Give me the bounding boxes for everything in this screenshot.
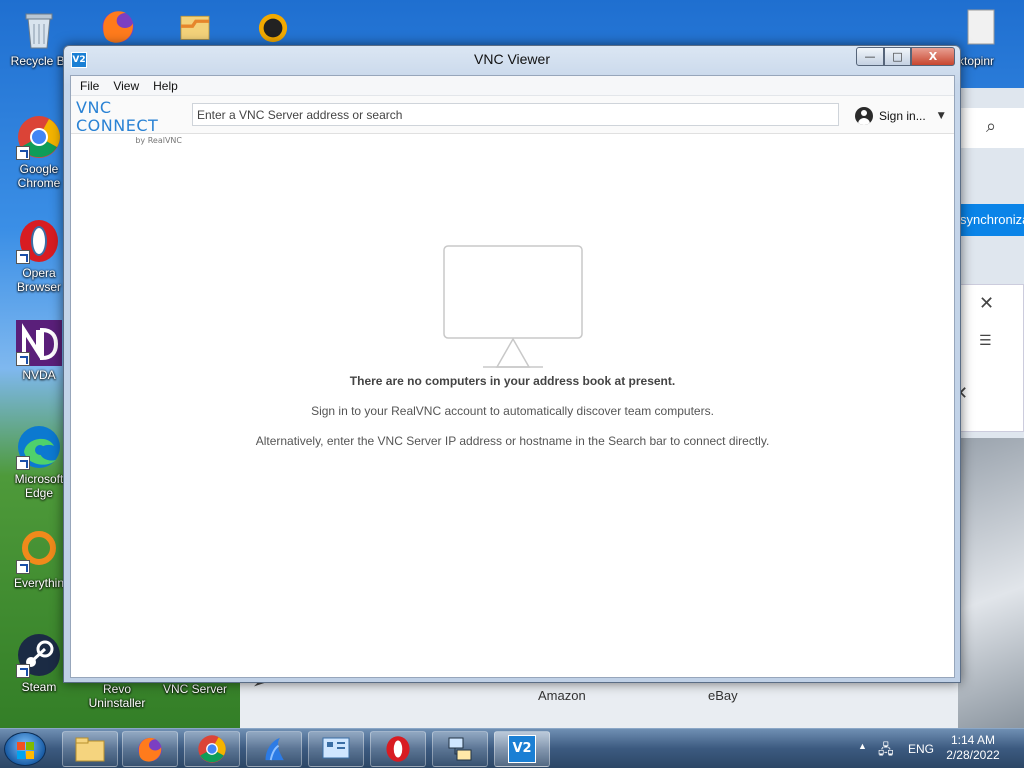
shortcut-arrow-icon	[16, 456, 30, 470]
user-avatar-icon	[855, 107, 873, 125]
nvda-icon	[16, 320, 62, 366]
menu-view[interactable]: View	[106, 76, 146, 95]
taskbar-vnc-viewer[interactable]: V2	[494, 731, 550, 767]
menu-help[interactable]: Help	[146, 76, 185, 95]
background-search-area: ⌕	[958, 108, 1024, 148]
vnc-viewer-window: V2 VNC Viewer — □ X File View Help VNC C…	[63, 45, 961, 683]
shortcut-arrow-icon	[16, 146, 30, 160]
edge-icon	[16, 424, 62, 470]
language-indicator[interactable]: ENG	[908, 742, 934, 756]
shortcut-arrow-icon	[16, 250, 30, 264]
taskbar-firefox[interactable]	[122, 731, 178, 767]
sign-in-button[interactable]: Sign in... ▼	[855, 105, 945, 127]
search-icon[interactable]: ⌕	[986, 116, 996, 137]
desktop-icon-partial[interactable]: ktopinr	[952, 6, 1024, 68]
taskbar-file-explorer[interactable]	[62, 731, 118, 767]
vnc-client-area: File View Help VNC CONNECT by RealVNC Si…	[70, 75, 955, 678]
windows-logo-icon-part	[26, 742, 34, 750]
windows-logo-icon	[17, 742, 25, 750]
app-desktop-icon[interactable]	[250, 10, 296, 46]
desktop-icon-vnc-server[interactable]: VNC Server	[158, 682, 232, 696]
empty-state-signin-hint: Sign in to your RealVNC account to autom…	[311, 404, 714, 418]
close-icon[interactable]: ✕	[979, 293, 994, 314]
taskbar-app[interactable]	[246, 731, 302, 767]
search-input[interactable]	[192, 103, 839, 126]
minimize-button[interactable]: —	[856, 47, 884, 66]
vnc-connect-logo: VNC CONNECT by RealVNC	[76, 99, 186, 146]
tile-ebay[interactable]: eBay	[708, 688, 738, 703]
empty-state-title: There are no computers in your address b…	[349, 374, 676, 388]
window-title: VNC Viewer	[474, 51, 550, 67]
desktop-icon-label: ktopinr	[958, 54, 995, 68]
tile-amazon[interactable]: Amazon	[538, 688, 586, 703]
recycle-bin-icon	[16, 6, 62, 52]
control-panel-icon	[322, 737, 350, 759]
shortcut-arrow-icon	[16, 560, 30, 574]
app-icon	[265, 737, 284, 761]
show-hidden-icons-button[interactable]: ▲	[858, 741, 867, 751]
logo-main-text: VNC CONNECT	[76, 98, 159, 135]
network-icon	[448, 737, 472, 761]
desktop-icon-revo-uninstaller[interactable]: Revo Uninstaller	[80, 682, 154, 710]
maximize-button[interactable]: □	[884, 47, 911, 66]
background-wallpaper-art	[958, 438, 1024, 728]
toolbar: VNC CONNECT by RealVNC Sign in... ▼	[71, 96, 954, 146]
menu-file[interactable]: File	[73, 76, 106, 95]
sign-in-label: Sign in...	[879, 109, 926, 123]
filter-settings-icon[interactable]: ☰	[979, 333, 992, 349]
shortcut-arrow-icon	[16, 352, 30, 366]
vnc-viewer-icon: V2	[508, 735, 536, 763]
chevron-down-icon: ▼	[937, 111, 945, 121]
chrome-icon	[198, 735, 226, 763]
taskbar-opera[interactable]	[370, 731, 426, 767]
opera-icon	[386, 736, 410, 762]
windows-logo-icon-part	[26, 751, 34, 759]
background-panel: ✕ ☰ ✕	[953, 284, 1024, 432]
taskbar-network-app[interactable]	[432, 731, 488, 767]
clock[interactable]: 1:14 AM 2/28/2022	[938, 733, 1008, 763]
taskbar-control-panel[interactable]	[308, 731, 364, 767]
desktop-icon-label: VNC Server	[162, 682, 227, 696]
start-button[interactable]	[4, 732, 46, 766]
chrome-icon	[16, 114, 62, 160]
folder-desktop-icon[interactable]	[172, 8, 218, 46]
windows-logo-icon-part	[17, 751, 25, 759]
folder-icon	[75, 737, 105, 762]
close-button[interactable]: X	[911, 47, 955, 66]
opera-icon	[16, 218, 62, 264]
menu-bar: File View Help	[71, 76, 954, 96]
network-tray-icon[interactable]: 🖧	[878, 739, 894, 763]
taskbar-chrome[interactable]	[184, 731, 240, 767]
clock-time: 1:14 AM	[950, 733, 996, 747]
firefox-desktop-icon[interactable]	[96, 6, 140, 46]
desktop-icon-label: Revo Uninstaller	[88, 682, 146, 710]
empty-state-search-hint: Alternatively, enter the VNC Server IP a…	[255, 434, 770, 448]
clock-date: 2/28/2022	[946, 748, 1000, 762]
firefox-icon	[138, 737, 162, 762]
shortcut-arrow-icon	[16, 664, 30, 678]
monitor-illustration-icon	[443, 245, 583, 368]
synchronize-button[interactable]: synchroniza	[956, 204, 1024, 236]
address-book-area: There are no computers in your address b…	[71, 135, 954, 677]
speed-dial-row: ➢ Amazon eBay	[240, 672, 958, 728]
steam-icon	[16, 632, 62, 678]
file-icon	[958, 6, 1004, 52]
everything-search-icon	[16, 528, 62, 574]
taskbar: V2 ▲ 🖧 ENG 1:14 AM 2/28/2022	[0, 728, 1024, 768]
